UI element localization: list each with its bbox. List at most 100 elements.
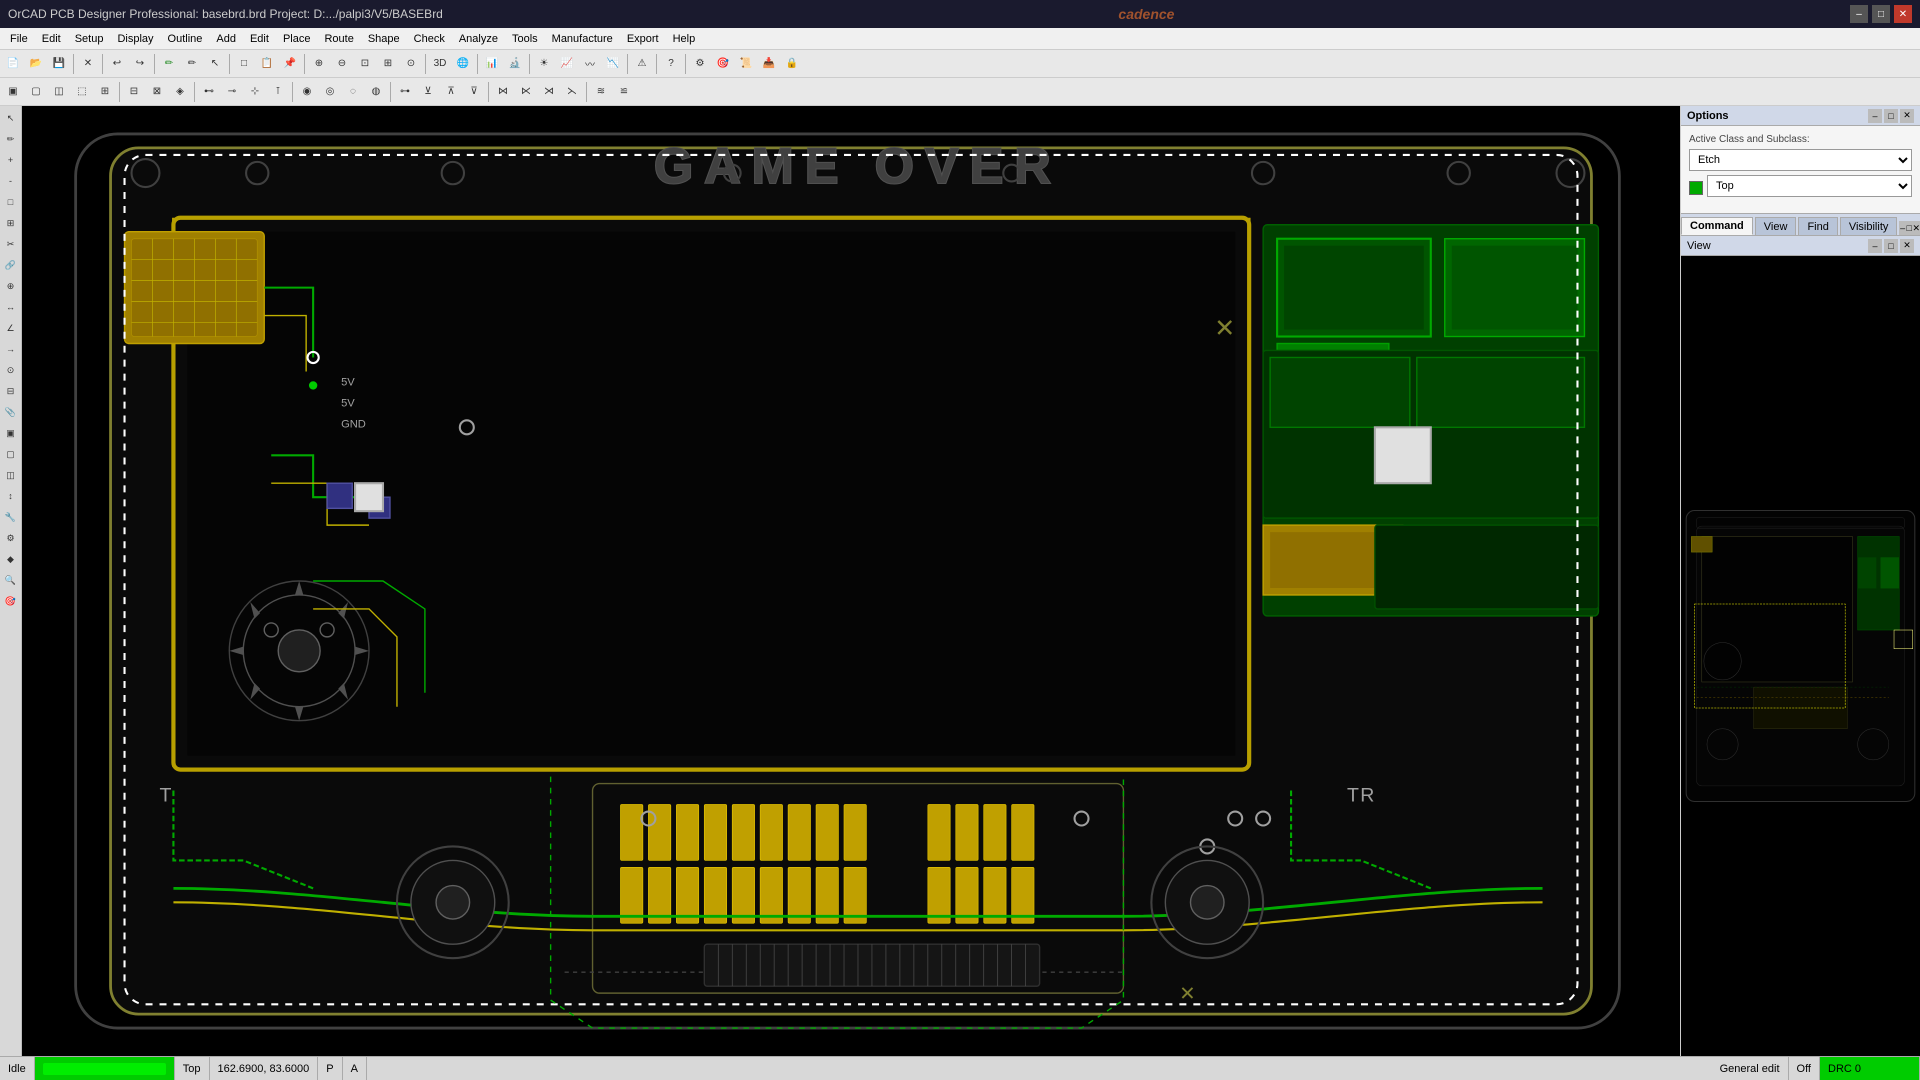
tb-close[interactable]: ✕	[77, 53, 99, 75]
tb-zoomin[interactable]: ⊕	[308, 53, 330, 75]
tb-target[interactable]: 🎯	[712, 53, 734, 75]
menu-export[interactable]: Export	[621, 31, 665, 47]
lt-angle[interactable]: ∠	[1, 318, 21, 338]
tb-warn[interactable]: ⚠	[631, 53, 653, 75]
tb2-20[interactable]: ⊽	[463, 81, 485, 103]
tb-zoomcenter[interactable]: ⊙	[400, 53, 422, 75]
close-button[interactable]: ✕	[1894, 5, 1912, 23]
lt-link[interactable]: 🔗	[1, 255, 21, 275]
tb2-15[interactable]: ◌	[342, 81, 364, 103]
lt-pen[interactable]: ✏	[1, 129, 21, 149]
lt-cut[interactable]: ✂	[1, 234, 21, 254]
menu-help[interactable]: Help	[667, 31, 702, 47]
lt-target[interactable]: ⊙	[1, 360, 21, 380]
tb-open[interactable]: 📂	[25, 53, 47, 75]
canvas-area[interactable]: GAME OVER GAME OVER	[22, 106, 1680, 1056]
tabs-close-btn[interactable]: ✕	[1912, 221, 1920, 235]
tb-redo[interactable]: ↪	[129, 53, 151, 75]
tb2-6[interactable]: ⊟	[123, 81, 145, 103]
tb2-13[interactable]: ◉	[296, 81, 318, 103]
tb2-17[interactable]: ⊶	[394, 81, 416, 103]
tb2-9[interactable]: ⊷	[198, 81, 220, 103]
tb2-10[interactable]: ⊸	[221, 81, 243, 103]
tb-3d[interactable]: 3D	[429, 53, 451, 75]
tb2-7[interactable]: ⊠	[146, 81, 168, 103]
lt-minus[interactable]: -	[1, 171, 21, 191]
tb2-14[interactable]: ◎	[319, 81, 341, 103]
tb-zoomfit[interactable]: ⊡	[354, 53, 376, 75]
tb-rect[interactable]: □	[233, 53, 255, 75]
lt-bolt[interactable]: ⚙	[1, 528, 21, 548]
tb2-18[interactable]: ⊻	[417, 81, 439, 103]
view-minimize-btn[interactable]: –	[1868, 239, 1882, 253]
lt-box2[interactable]: ▢	[1, 444, 21, 464]
tb2-5[interactable]: ⊞	[94, 81, 116, 103]
tb-3dview[interactable]: 🌐	[452, 53, 474, 75]
lt-select[interactable]: □	[1, 192, 21, 212]
lt-add[interactable]: +	[1, 150, 21, 170]
options-maximize-btn[interactable]: □	[1884, 109, 1898, 123]
view-close-btn[interactable]: ✕	[1900, 239, 1914, 253]
lt-box[interactable]: ▣	[1, 423, 21, 443]
tb2-8[interactable]: ◈	[169, 81, 191, 103]
tb2-2[interactable]: ▢	[25, 81, 47, 103]
lt-right[interactable]: →	[1, 339, 21, 359]
lt-circle[interactable]: ⊕	[1, 276, 21, 296]
tb-analyze[interactable]: 📈	[556, 53, 578, 75]
tb-prop[interactable]: ⚙	[689, 53, 711, 75]
tb2-3[interactable]: ◫	[48, 81, 70, 103]
menu-tools[interactable]: Tools	[506, 31, 544, 47]
lt-wrench[interactable]: 🔧	[1, 507, 21, 527]
menu-route[interactable]: Route	[318, 31, 359, 47]
tb2-11[interactable]: ⊹	[244, 81, 266, 103]
tb-help[interactable]: ?	[660, 53, 682, 75]
maximize-button[interactable]: □	[1872, 5, 1890, 23]
lt-target2[interactable]: 🎯	[1, 591, 21, 611]
tb2-26[interactable]: ≌	[613, 81, 635, 103]
tb2-4[interactable]: ⬚	[71, 81, 93, 103]
tab-view[interactable]: View	[1755, 217, 1797, 235]
lt-grid[interactable]: ⊞	[1, 213, 21, 233]
menu-file[interactable]: File	[4, 31, 34, 47]
tb-scope[interactable]: 🔬	[504, 53, 526, 75]
menu-outline[interactable]: Outline	[162, 31, 209, 47]
tb2-19[interactable]: ⊼	[440, 81, 462, 103]
tb-pin[interactable]: 📌	[279, 53, 301, 75]
tb2-12[interactable]: ⊺	[267, 81, 289, 103]
menu-add[interactable]: Add	[210, 31, 242, 47]
tb-edit[interactable]: ✏	[181, 53, 203, 75]
tb-copy[interactable]: 📋	[256, 53, 278, 75]
minimize-button[interactable]: –	[1850, 5, 1868, 23]
menu-display[interactable]: Display	[111, 31, 159, 47]
menu-setup[interactable]: Setup	[69, 31, 110, 47]
menu-shape[interactable]: Shape	[362, 31, 406, 47]
view-maximize-btn[interactable]: □	[1884, 239, 1898, 253]
tb-zoomsel[interactable]: ⊞	[377, 53, 399, 75]
options-close-btn[interactable]: ✕	[1900, 109, 1914, 123]
lt-clip[interactable]: 📎	[1, 402, 21, 422]
tb2-22[interactable]: ⋉	[515, 81, 537, 103]
menu-edit2[interactable]: Edit	[244, 31, 275, 47]
menu-place[interactable]: Place	[277, 31, 317, 47]
menu-analyze[interactable]: Analyze	[453, 31, 504, 47]
tb2-25[interactable]: ≋	[590, 81, 612, 103]
tb2-1[interactable]: ▣	[2, 81, 24, 103]
tb-import[interactable]: 📥	[758, 53, 780, 75]
menu-manufacture[interactable]: Manufacture	[546, 31, 619, 47]
class-dropdown[interactable]: Etch Via Shape Text	[1689, 149, 1912, 171]
tab-visibility[interactable]: Visibility	[1840, 217, 1898, 235]
subclass-dropdown[interactable]: Top Bottom Inner1 Inner2	[1707, 175, 1912, 197]
tb-zoomout[interactable]: ⊖	[331, 53, 353, 75]
tb-script[interactable]: 📜	[735, 53, 757, 75]
tb-lock[interactable]: 🔒	[781, 53, 803, 75]
lt-vert[interactable]: ↕	[1, 486, 21, 506]
tb2-23[interactable]: ⋊	[538, 81, 560, 103]
tb2-24[interactable]: ⋋	[561, 81, 583, 103]
tb-pen[interactable]: ✏	[158, 53, 180, 75]
tb-pointer[interactable]: ↖	[204, 53, 226, 75]
tb-save[interactable]: 💾	[48, 53, 70, 75]
lt-move[interactable]: ↔	[1, 297, 21, 317]
tab-command[interactable]: Command	[1681, 217, 1753, 235]
tb-chart[interactable]: 📉	[602, 53, 624, 75]
options-minimize-btn[interactable]: –	[1868, 109, 1882, 123]
